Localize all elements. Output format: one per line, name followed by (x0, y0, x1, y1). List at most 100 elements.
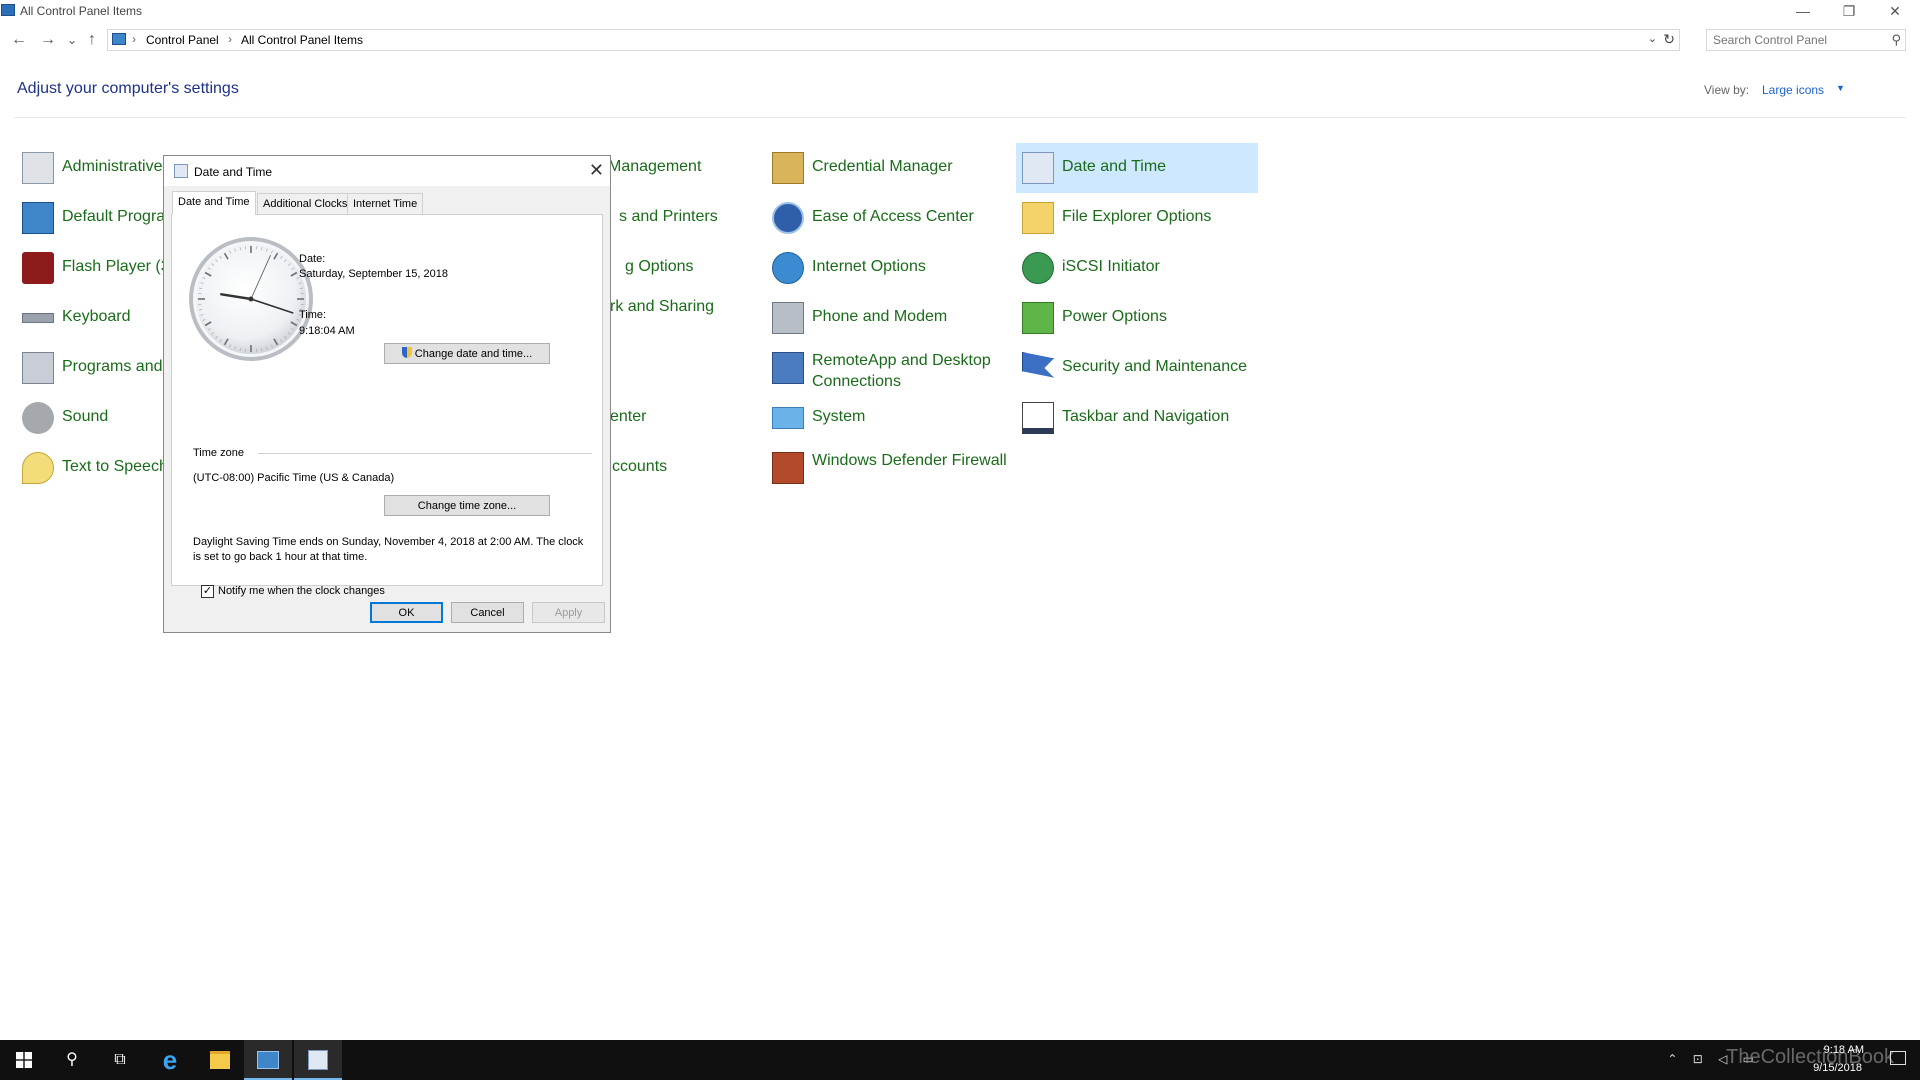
breadcrumb-all-items[interactable]: All Control Panel Items (241, 33, 363, 47)
item-remoteapp[interactable]: RemoteApp and Desktop Connections (766, 343, 1016, 393)
date-time-icon (308, 1049, 328, 1070)
time-zone-divider (258, 453, 592, 454)
address-dropdown-icon[interactable]: ⌄ (1648, 32, 1657, 45)
item-label: Administrative (62, 158, 163, 175)
close-button[interactable]: ✕ (1872, 0, 1918, 24)
item-system[interactable]: System (766, 393, 1016, 443)
credential-manager-icon (772, 152, 804, 184)
title-bar: All Control Panel Items — ❐ ✕ (0, 0, 1920, 24)
folder-icon (1022, 202, 1054, 234)
date-time-taskbar-icon[interactable] (294, 1040, 342, 1080)
item-label: Text to Speech (62, 458, 168, 475)
dialog-title: Date and Time (194, 165, 273, 179)
item-label: Keyboard (62, 308, 131, 325)
control-panel-taskbar-icon[interactable] (244, 1040, 292, 1080)
search-icon[interactable]: ⚲ (48, 1040, 96, 1080)
time-zone-value: (UTC-08:00) Pacific Time (US & Canada) (193, 472, 395, 484)
item-credential-manager[interactable]: Credential Manager (766, 143, 1016, 193)
item-date-and-time[interactable]: Date and Time (1016, 143, 1258, 193)
item-label: Internet Options (812, 258, 926, 275)
date-value: Saturday, September 15, 2018 (299, 268, 449, 280)
tab-additional-clocks[interactable]: Additional Clocks (257, 193, 354, 215)
control-panel-icon (257, 1050, 279, 1069)
item-label: File Explorer Options (1062, 208, 1212, 225)
up-button[interactable]: ↑ (81, 29, 103, 51)
item-label: Programs and (62, 358, 163, 375)
flash-player-icon (22, 252, 54, 284)
search-box[interactable]: ⚲ (1706, 29, 1906, 51)
iscsi-globe-icon (1022, 252, 1054, 284)
change-date-time-label: Change date and time... (414, 348, 533, 360)
change-date-time-button[interactable]: Change date and time... (384, 343, 550, 364)
item-taskbar-and-navigation[interactable]: Taskbar and Navigation (1016, 393, 1266, 443)
power-icon (1022, 302, 1054, 334)
breadcrumb-control-panel[interactable]: Control Panel (146, 33, 219, 47)
search-input[interactable] (1713, 33, 1883, 47)
maximize-button[interactable]: ❐ (1826, 0, 1872, 24)
item-internet-options[interactable]: Internet Options (766, 243, 1016, 293)
back-button[interactable]: ← (8, 29, 30, 51)
phone-icon (772, 302, 804, 334)
time-label: Time: (299, 309, 327, 321)
item-iscsi-initiator[interactable]: iSCSI Initiator (1016, 243, 1266, 293)
view-by-dropdown[interactable]: Large icons (1762, 83, 1824, 97)
internet-explorer-icon[interactable]: e (146, 1040, 194, 1080)
chevron-down-icon[interactable]: ▼ (1836, 83, 1845, 93)
item-label: enter (610, 408, 647, 425)
flag-icon (1022, 352, 1054, 378)
cancel-button[interactable]: Cancel (451, 602, 524, 623)
search-icon[interactable]: ⚲ (1891, 32, 1901, 48)
tab-date-and-time[interactable]: Date and Time (172, 191, 256, 215)
date-time-icon (174, 164, 188, 178)
remoteapp-icon (772, 352, 804, 384)
change-time-zone-button[interactable]: Change time zone... (384, 495, 550, 516)
tab-internet-time[interactable]: Internet Time (347, 193, 424, 215)
item-label: Taskbar and Navigation (1062, 408, 1230, 425)
start-button[interactable] (0, 1040, 48, 1080)
item-label: Phone and Modem (812, 308, 948, 325)
notify-checkbox[interactable]: ✓ (201, 585, 214, 598)
view-by-label: View by: (1704, 83, 1750, 97)
file-explorer-icon[interactable] (196, 1040, 244, 1080)
clock-time[interactable]: 9:18 AM (1824, 1044, 1864, 1056)
refresh-icon[interactable]: ↻ (1663, 31, 1675, 48)
apply-button[interactable]: Apply (532, 602, 605, 623)
item-label: Windows Defender Firewall (812, 452, 1007, 469)
item-label: Management (608, 158, 702, 175)
breadcrumb-separator: › (228, 32, 232, 46)
date-time-icon (1022, 152, 1054, 184)
item-windows-defender-firewall[interactable]: Windows Defender Firewall (766, 443, 1016, 493)
address-bar[interactable]: › Control Panel › All Control Panel Item… (107, 29, 1680, 51)
item-label: s and Printers (619, 208, 718, 225)
control-panel-icon (1, 4, 15, 16)
dialog-close-button[interactable]: ✕ (589, 160, 604, 181)
item-power-options[interactable]: Power Options (1016, 293, 1266, 343)
time-zone-heading: Time zone (193, 447, 244, 459)
page-title: Adjust your computer's settings (17, 80, 239, 97)
item-phone-and-modem[interactable]: Phone and Modem (766, 293, 1016, 343)
item-label: RemoteApp and Desktop Connections (812, 352, 991, 390)
minimize-button[interactable]: — (1780, 0, 1826, 24)
item-label: Sound (62, 408, 109, 425)
taskbar-icon (1022, 402, 1054, 434)
window-title: All Control Panel Items (20, 4, 143, 18)
notifications-icon[interactable] (1890, 1051, 1906, 1065)
item-label: Ease of Access Center (812, 208, 974, 225)
item-label: Credential Manager (812, 158, 953, 175)
firewall-icon (772, 452, 804, 484)
item-file-explorer-options[interactable]: File Explorer Options (1016, 193, 1266, 243)
notify-label: Notify me when the clock changes (218, 585, 385, 597)
item-label: Power Options (1062, 308, 1167, 325)
globe-icon (772, 252, 804, 284)
item-ease-of-access[interactable]: Ease of Access Center (766, 193, 1016, 243)
ok-button[interactable]: OK (370, 602, 443, 623)
task-view-icon[interactable]: ⧉ (96, 1040, 144, 1080)
ease-of-access-icon (772, 202, 804, 234)
forward-button[interactable]: → (37, 29, 59, 51)
recent-locations-button[interactable]: ⌄ (61, 29, 83, 51)
clock-date[interactable]: 9/15/2018 (1813, 1062, 1862, 1074)
control-panel-icon (112, 33, 126, 45)
shield-icon (401, 347, 412, 358)
item-security-and-maintenance[interactable]: Security and Maintenance (1016, 343, 1266, 393)
windows-logo-icon (16, 1051, 32, 1068)
